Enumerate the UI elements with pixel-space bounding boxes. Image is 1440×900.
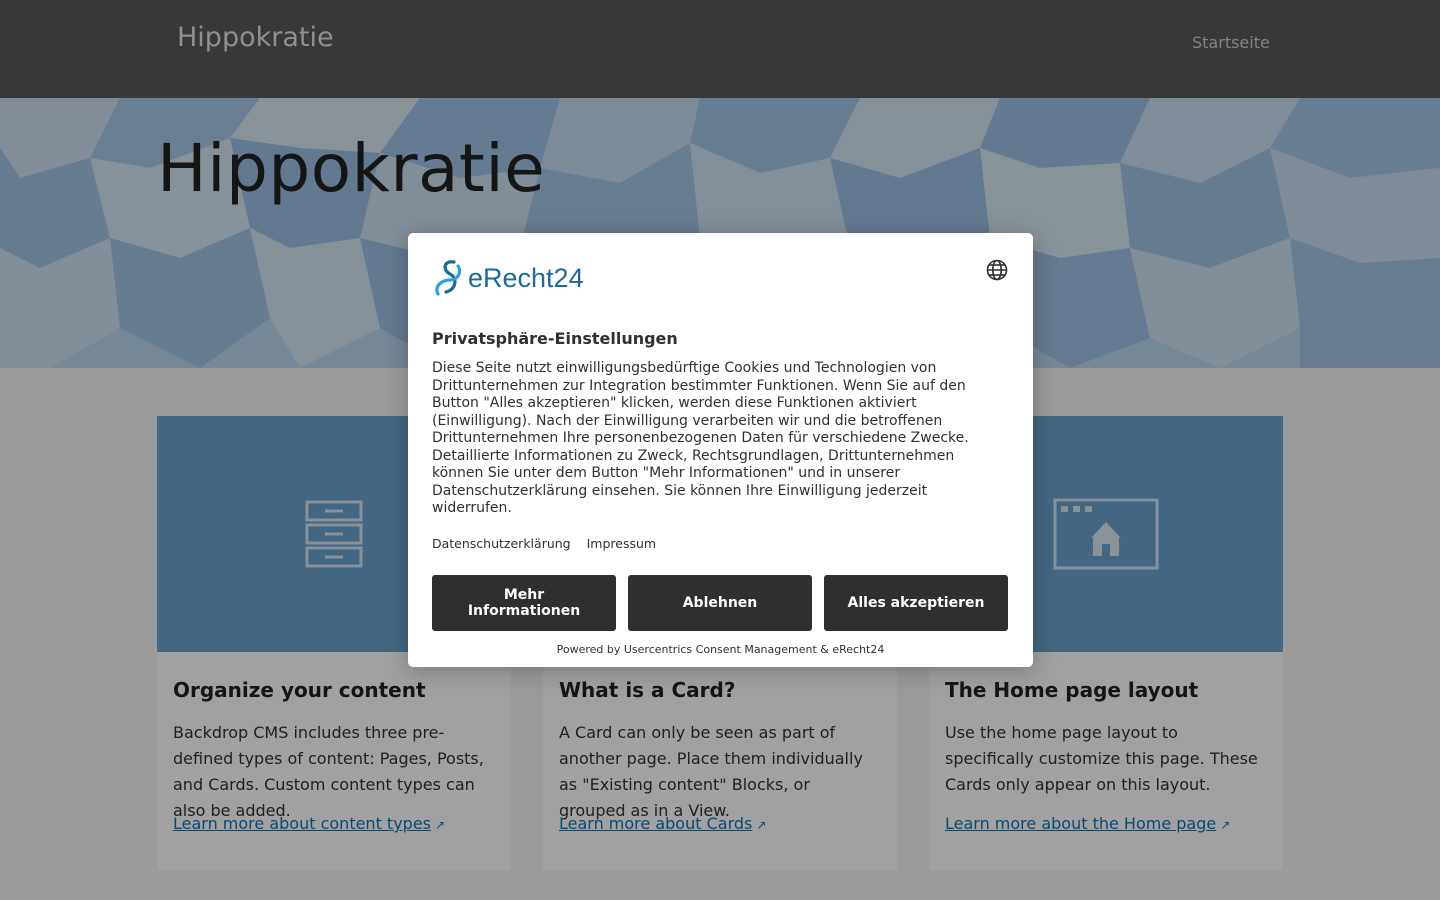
imprint-link[interactable]: Impressum [587, 536, 656, 551]
more-information-button[interactable]: Mehr Informationen [432, 575, 616, 631]
deny-button[interactable]: Ablehnen [628, 575, 812, 631]
logo-text: eRecht24 [468, 262, 584, 293]
accept-all-button[interactable]: Alles akzeptieren [824, 575, 1008, 631]
consent-dialog: eRecht24 Privatsphäre-Einstellungen Dies… [408, 233, 1033, 667]
consent-body-text: Diese Seite nutzt einwilligungsbedürftig… [432, 360, 969, 516]
consent-title: Privatsphäre-Einstellungen [432, 329, 678, 348]
erecht24-logo-mark [435, 260, 462, 296]
privacy-policy-link[interactable]: Datenschutzerklärung [432, 536, 571, 551]
consent-links: Datenschutzerklärung Impressum [432, 536, 668, 551]
powered-by-text: Powered by Usercentrics Consent Manageme… [556, 643, 885, 656]
language-globe-icon[interactable] [986, 259, 1008, 281]
erecht24-logo: eRecht24 [432, 258, 584, 298]
